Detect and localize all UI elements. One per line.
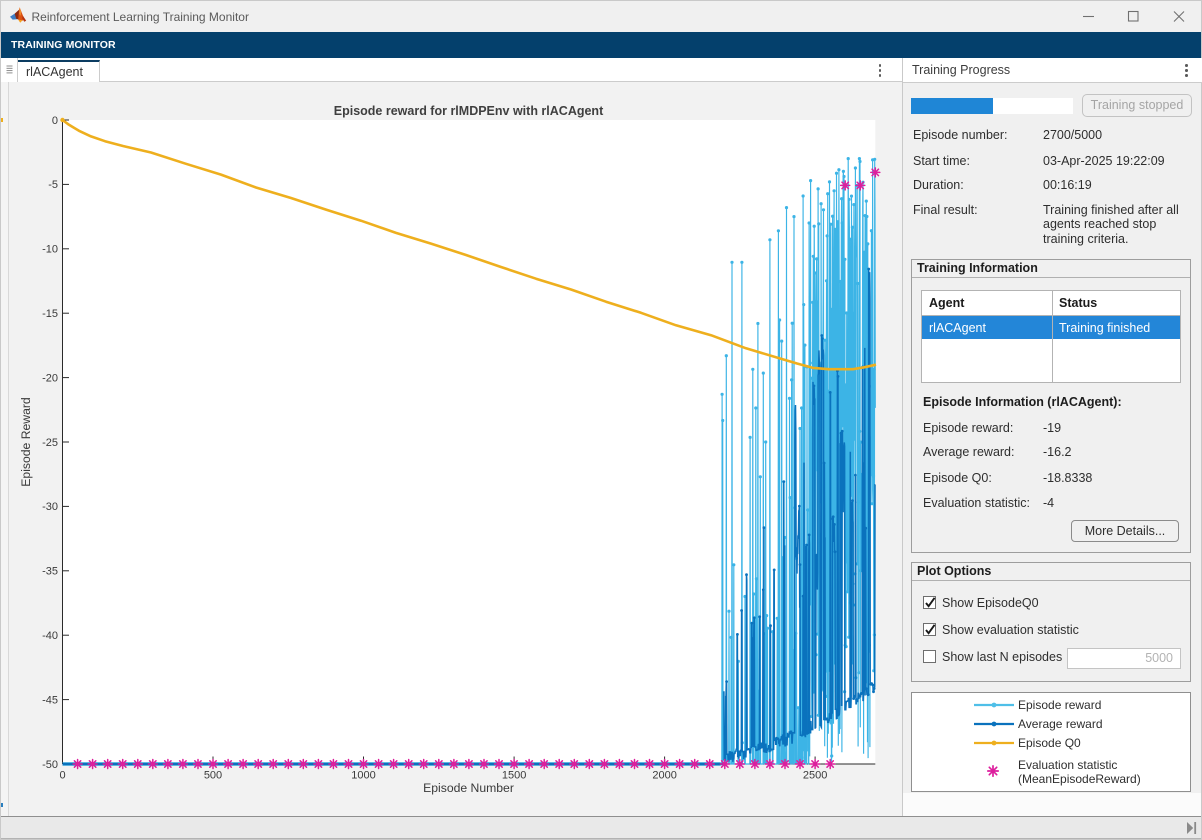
svg-text:-10: -10 — [42, 244, 58, 256]
svg-text:Episode Q0: Episode Q0 — [1018, 736, 1081, 750]
svg-text:-15: -15 — [42, 308, 58, 320]
svg-text:500: 500 — [204, 770, 222, 782]
svg-text:Episode reward for rlMDPEnv wi: Episode reward for rlMDPEnv with rlACAge… — [334, 104, 604, 118]
svg-text:-5: -5 — [48, 179, 58, 191]
svg-text:Average reward: Average reward — [1018, 717, 1103, 731]
svg-text:2500: 2500 — [803, 770, 827, 782]
svg-text:Episode reward: Episode reward — [1018, 698, 1101, 712]
svg-text:-20: -20 — [42, 372, 58, 384]
svg-text:0: 0 — [52, 115, 58, 127]
svg-text:1500: 1500 — [502, 770, 526, 782]
svg-text:-45: -45 — [42, 694, 58, 706]
svg-text:0: 0 — [59, 770, 65, 782]
svg-text:Episode Reward: Episode Reward — [19, 397, 33, 486]
svg-text:-40: -40 — [42, 630, 58, 642]
svg-text:Episode Number: Episode Number — [423, 781, 514, 795]
svg-text:-25: -25 — [42, 437, 58, 449]
svg-text:2000: 2000 — [652, 770, 676, 782]
svg-text:Evaluation statistic: Evaluation statistic — [1018, 758, 1117, 772]
svg-text:1000: 1000 — [351, 770, 375, 782]
svg-text:(MeanEpisodeReward): (MeanEpisodeReward) — [1018, 772, 1141, 786]
svg-text:-50: -50 — [42, 759, 58, 771]
svg-text:-30: -30 — [42, 501, 58, 513]
svg-text:-35: -35 — [42, 566, 58, 578]
